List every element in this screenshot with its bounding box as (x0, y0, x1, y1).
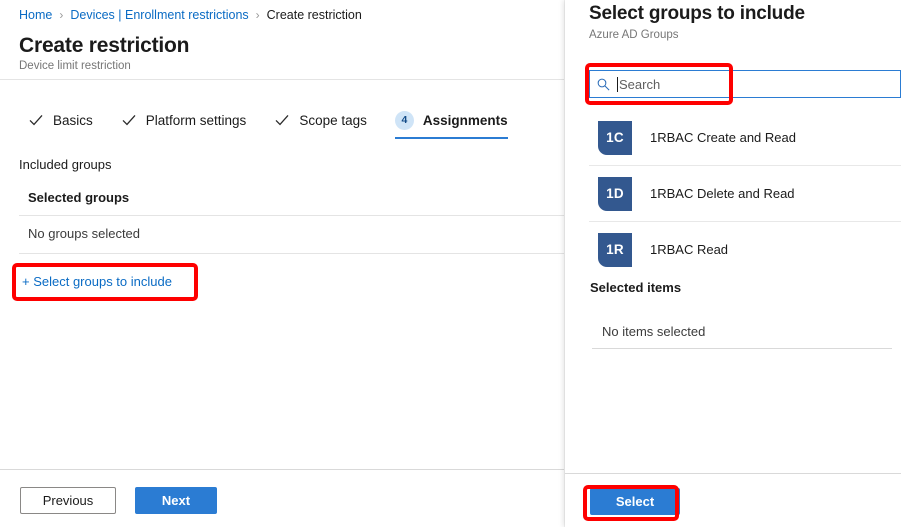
breadcrumb-item-devices-enrollment-restrictions[interactable]: Devices | Enrollment restrictions (70, 8, 248, 22)
selected-items-heading: Selected items (590, 280, 682, 295)
page-title: Create restriction (19, 34, 190, 57)
tab-label: Platform settings (145, 112, 247, 128)
panel-subtitle: Azure AD Groups (589, 29, 679, 41)
list-item[interactable]: 1C 1RBAC Create and Read (589, 110, 901, 166)
tab-label: Basics (53, 112, 93, 128)
check-icon (122, 114, 136, 126)
create-restriction-blade: Home › Devices | Enrollment restrictions… (0, 0, 564, 527)
search-placeholder: Search (619, 76, 661, 92)
page-subtitle: Device limit restriction (19, 60, 131, 72)
blade-header: Create restriction Device limit restrict… (0, 30, 564, 80)
breadcrumb-separator-icon: › (255, 8, 260, 22)
group-results-list[interactable]: 1C 1RBAC Create and Read 1D 1RBAC Delete… (589, 110, 901, 273)
tab-label: Assignments (422, 112, 508, 128)
panel-title: Select groups to include (589, 3, 805, 24)
breadcrumb-item-create-restriction: Create restriction (266, 8, 362, 22)
selected-items-divider (592, 348, 892, 349)
search-icon (597, 78, 610, 90)
avatar: 1D (598, 176, 632, 211)
tab-label: Scope tags (299, 112, 367, 128)
list-item[interactable]: 1R 1RBAC Read (589, 222, 901, 273)
panel-footer: Select (565, 473, 901, 527)
selected-groups-empty-row: No groups selected (19, 226, 564, 254)
wizard-tabs: Basics Platform settings Scope tags 4 As… (0, 98, 564, 142)
avatar: 1R (598, 232, 632, 267)
included-groups-label: Included groups (19, 157, 112, 172)
select-button[interactable]: Select (590, 488, 680, 515)
previous-button[interactable]: Previous (20, 487, 116, 514)
avatar: 1C (598, 120, 632, 155)
list-item-label: 1RBAC Delete and Read (650, 186, 795, 201)
list-item-label: 1RBAC Read (650, 242, 729, 257)
search-input[interactable]: Search (589, 70, 901, 98)
list-item[interactable]: 1D 1RBAC Delete and Read (589, 166, 901, 222)
breadcrumb: Home › Devices | Enrollment restrictions… (0, 0, 564, 30)
wizard-footer: Previous Next (0, 469, 564, 527)
list-item-label: 1RBAC Create and Read (650, 130, 796, 145)
breadcrumb-item-home[interactable]: Home (19, 8, 52, 22)
selected-groups-column-header: Selected groups (19, 190, 564, 216)
select-groups-to-include-link[interactable]: + Select groups to include (22, 274, 172, 289)
tab-platform-settings[interactable]: Platform settings (121, 98, 247, 142)
text-caret (617, 76, 618, 92)
tab-basics[interactable]: Basics (28, 98, 93, 142)
tab-scope-tags[interactable]: Scope tags (274, 98, 367, 142)
check-icon (29, 114, 43, 126)
next-button[interactable]: Next (135, 487, 217, 514)
check-icon (275, 114, 289, 126)
select-groups-panel: Select groups to include Azure AD Groups… (565, 0, 901, 527)
breadcrumb-separator-icon: › (59, 8, 64, 22)
tab-assignments[interactable]: 4 Assignments (394, 98, 508, 142)
app-root: Home › Devices | Enrollment restrictions… (0, 0, 901, 527)
selected-items-empty-text: No items selected (602, 324, 706, 339)
tab-step-badge: 4 (394, 110, 414, 130)
